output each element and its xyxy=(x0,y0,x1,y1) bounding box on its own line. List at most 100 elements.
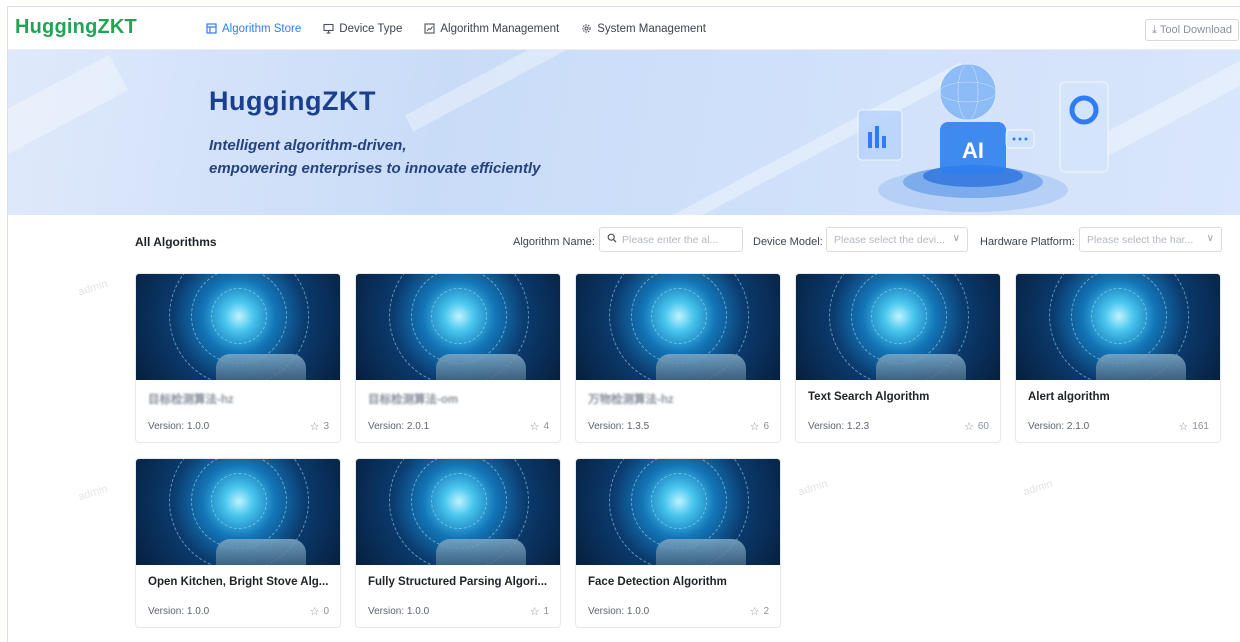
star-count[interactable]: ☆ 60 xyxy=(964,420,989,433)
nav-label: Algorithm Management xyxy=(440,22,560,35)
ai-illustration: AI xyxy=(857,63,1109,212)
algorithm-thumbnail xyxy=(576,274,780,380)
nav-label: Device Type xyxy=(339,22,403,35)
star-count-value: 0 xyxy=(323,606,329,617)
algorithm-card[interactable]: Alert algorithm Version: 2.1.0 ☆ 161 xyxy=(1015,273,1221,443)
algorithm-name: Fully Structured Parsing Algori... xyxy=(368,576,548,588)
star-count[interactable]: ☆ 161 xyxy=(1178,420,1209,433)
banner-subtitle-line2: empowering enterprises to innovate effic… xyxy=(209,160,541,177)
watermark: admin xyxy=(76,482,110,504)
thumbnail-decoration xyxy=(656,539,746,565)
nav-label: Algorithm Store xyxy=(222,22,302,35)
chevron-down-icon: ∨ xyxy=(952,233,960,244)
thumbnail-decoration xyxy=(216,354,306,380)
thumbnail-decoration xyxy=(656,354,746,380)
chart-icon xyxy=(424,23,435,34)
star-count-value: 6 xyxy=(763,421,769,432)
hardware-platform-placeholder: Please select the har... xyxy=(1087,233,1194,246)
algorithm-name: Face Detection Algorithm xyxy=(588,576,727,588)
nav-algorithm-store[interactable]: Algorithm Store xyxy=(206,23,301,35)
algorithm-version: Version: 1.0.0 xyxy=(148,606,210,617)
algorithm-card[interactable]: 目标检测算法-om Version: 2.0.1 ☆ 4 xyxy=(355,273,561,443)
device-model-select[interactable]: Please select the devi... ∨ xyxy=(826,227,968,252)
algorithm-thumbnail xyxy=(1016,274,1220,380)
algorithm-version: Version: 2.1.0 xyxy=(1028,421,1090,432)
algorithm-version: Version: 1.0.0 xyxy=(148,421,210,432)
star-count-value: 3 xyxy=(323,421,329,432)
algorithm-card[interactable]: Open Kitchen, Bright Stove Alg... Version… xyxy=(135,458,341,628)
star-count-value: 1 xyxy=(543,606,549,617)
star-count[interactable]: ☆ 6 xyxy=(750,420,769,433)
banner-decoration xyxy=(8,54,129,166)
monitor-icon xyxy=(323,23,334,34)
algorithm-card[interactable]: Text Search Algorithm Version: 1.2.3 ☆ 60 xyxy=(795,273,1001,443)
chevron-down-icon: ∨ xyxy=(1206,233,1214,244)
algorithm-card[interactable]: Fully Structured Parsing Algori... Versio… xyxy=(355,458,561,628)
algorithm-version: Version: 1.0.0 xyxy=(588,606,650,617)
thumbnail-decoration xyxy=(216,539,306,565)
nav-label: System Management xyxy=(597,22,706,35)
star-icon: ☆ xyxy=(309,421,320,433)
star-count-value: 161 xyxy=(1192,421,1209,432)
gear-icon xyxy=(581,23,592,34)
star-count[interactable]: ☆ 4 xyxy=(530,420,549,433)
thumbnail-decoration xyxy=(876,354,966,380)
star-icon: ☆ xyxy=(749,606,760,618)
algorithm-name: 目标检测算法-hz xyxy=(148,394,234,406)
nav-device-type[interactable]: Device Type xyxy=(323,23,402,35)
star-icon: ☆ xyxy=(1178,421,1189,433)
star-count[interactable]: ☆ 0 xyxy=(310,605,329,618)
thumbnail-decoration xyxy=(1096,354,1186,380)
tool-download-button[interactable]: ⤓ Tool Download xyxy=(1144,19,1239,41)
star-count-value: 4 xyxy=(543,421,549,432)
banner-subtitle: Intelligent algorithm-driven, empowering… xyxy=(209,134,540,180)
star-count[interactable]: ☆ 3 xyxy=(310,420,329,433)
search-icon xyxy=(607,233,617,246)
algorithm-thumbnail xyxy=(356,459,560,565)
star-icon: ☆ xyxy=(749,421,760,433)
thumbnail-decoration xyxy=(436,539,526,565)
algorithm-version: Version: 1.3.5 xyxy=(588,421,650,432)
star-count[interactable]: ☆ 2 xyxy=(750,605,769,618)
hardware-platform-label: Hardware Platform: xyxy=(980,236,1075,248)
banner-title: HuggingZKT xyxy=(209,86,376,116)
star-count[interactable]: ☆ 1 xyxy=(530,605,549,618)
hero-banner: HuggingZKT Intelligent algorithm-driven,… xyxy=(8,50,1240,215)
watermark: admin xyxy=(76,277,110,299)
app-logo[interactable]: HuggingZKT xyxy=(15,16,137,39)
main-nav: Algorithm Store Device Type Algorithm Ma… xyxy=(206,7,728,50)
algorithm-card[interactable]: Face Detection Algorithm Version: 1.0.0 ☆ 2 xyxy=(575,458,781,628)
algorithm-version: Version: 2.0.1 xyxy=(368,421,430,432)
algorithm-name: 万物检测算法-hz xyxy=(588,394,674,406)
star-icon: ☆ xyxy=(964,421,974,433)
algorithm-name: 目标检测算法-om xyxy=(368,394,459,406)
hardware-platform-select[interactable]: Please select the har... ∨ xyxy=(1079,227,1222,252)
thumbnail-decoration xyxy=(436,354,526,380)
top-header: HuggingZKT Algorithm Store Device Type A… xyxy=(8,7,1240,50)
algorithm-card[interactable]: 目标检测算法-hz Version: 1.0.0 ☆ 3 xyxy=(135,273,341,443)
ai-art-label: AI xyxy=(962,138,984,163)
watermark: admin xyxy=(796,477,830,499)
algorithm-thumbnail xyxy=(576,459,780,565)
algorithm-thumbnail xyxy=(136,274,340,380)
store-icon xyxy=(206,23,217,34)
app-window: HuggingZKT Algorithm Store Device Type A… xyxy=(7,6,1240,642)
star-icon: ☆ xyxy=(529,606,540,618)
algorithm-name-input[interactable]: Please enter the al... xyxy=(599,227,743,252)
algorithm-thumbnail xyxy=(136,459,340,565)
device-model-placeholder: Please select the devi... xyxy=(834,233,945,246)
algorithm-name-label: Algorithm Name: xyxy=(513,236,595,248)
star-count-value: 2 xyxy=(763,606,769,617)
algorithm-card[interactable]: 万物检测算法-hz Version: 1.3.5 ☆ 6 xyxy=(575,273,781,443)
algorithm-version: Version: 1.0.0 xyxy=(368,606,430,617)
banner-decoration xyxy=(404,50,732,132)
nav-algorithm-management[interactable]: Algorithm Management xyxy=(424,23,559,35)
algorithm-name: Alert algorithm xyxy=(1028,391,1110,403)
star-count-value: 60 xyxy=(977,421,989,432)
algorithm-version: Version: 1.2.3 xyxy=(808,421,870,432)
banner-subtitle-line1: Intelligent algorithm-driven, xyxy=(209,137,407,154)
algorithm-thumbnail xyxy=(796,274,1000,380)
nav-system-management[interactable]: System Management xyxy=(581,23,706,35)
algorithm-name: Open Kitchen, Bright Stove Alg... xyxy=(148,576,329,588)
device-model-label: Device Model: xyxy=(753,236,823,248)
